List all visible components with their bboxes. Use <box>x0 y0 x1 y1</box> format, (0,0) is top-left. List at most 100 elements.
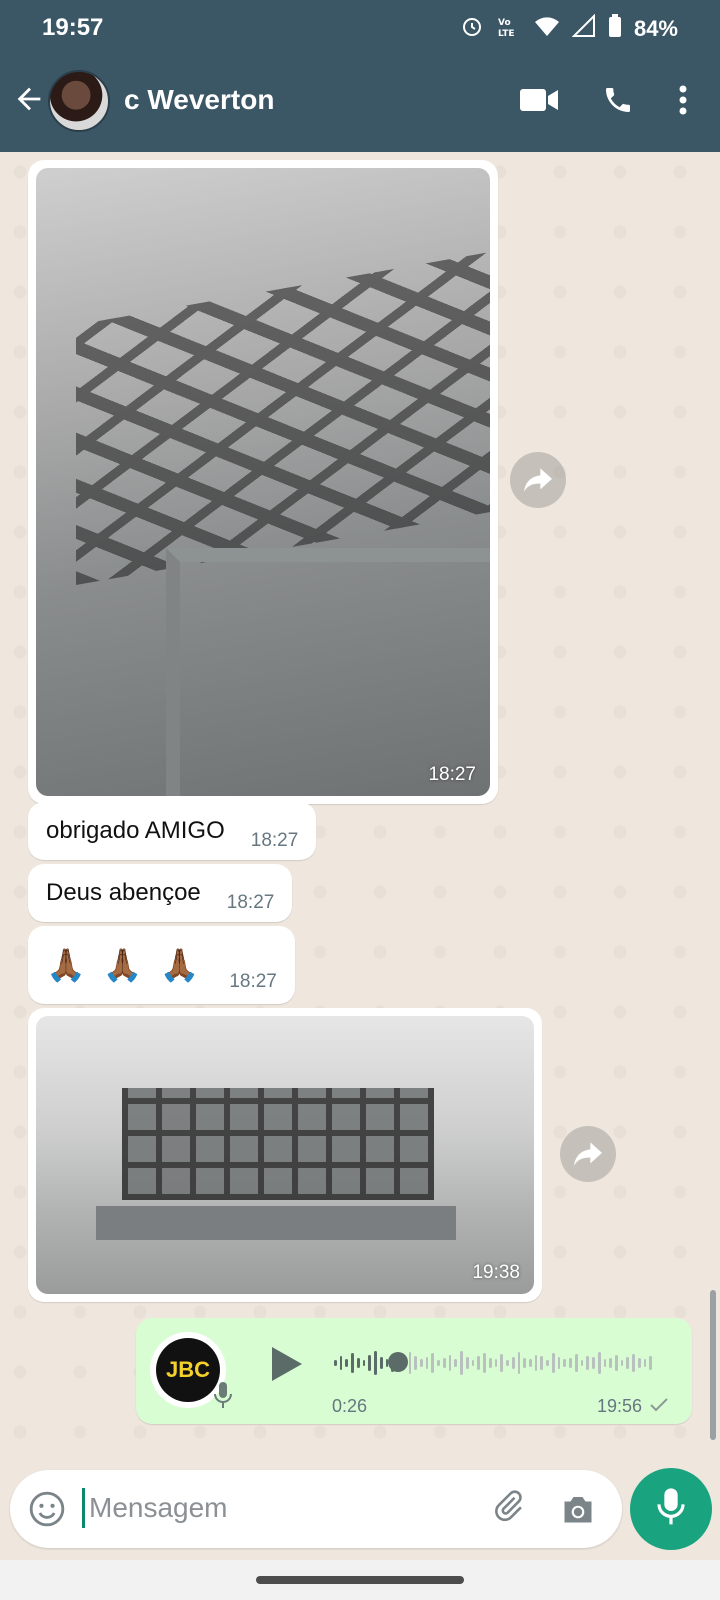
message-text: obrigado AMIGO <box>46 817 225 844</box>
waveform-bar <box>632 1354 635 1372</box>
waveform-bar <box>442 1358 446 1368</box>
text-message[interactable]: Deus abençoe 18:27 <box>28 864 293 922</box>
header-actions <box>520 84 688 121</box>
waveform-bar <box>345 1359 349 1367</box>
contact-avatar[interactable] <box>48 70 110 132</box>
audio-duration: 0:26 <box>332 1396 368 1416</box>
wifi-icon <box>534 15 560 43</box>
waveform-bar <box>431 1353 435 1373</box>
waveform-bar <box>586 1356 590 1370</box>
chat-area[interactable]: 18:27 obrigado AMIGO 18:27 Deus abençoe … <box>0 152 720 1452</box>
waveform-bar <box>517 1352 521 1374</box>
camera-icon[interactable] <box>560 1492 596 1531</box>
waveform-bar <box>471 1360 475 1366</box>
waveform-bar <box>483 1353 486 1373</box>
play-icon[interactable] <box>266 1344 306 1389</box>
waveform-bar <box>420 1359 423 1367</box>
waveform-bar <box>408 1352 412 1374</box>
attach-icon[interactable] <box>494 1490 530 1531</box>
image-message[interactable]: 18:27 <box>28 160 498 804</box>
battery-percent: 84% <box>633 16 678 41</box>
waveform-bar <box>523 1358 526 1368</box>
waveform-bar <box>563 1359 567 1367</box>
alarm-icon <box>460 14 484 44</box>
waveform-bar <box>379 1357 383 1369</box>
waveform-bar <box>368 1355 372 1371</box>
scrollbar[interactable] <box>710 1290 716 1440</box>
audio-seek-handle[interactable] <box>388 1352 408 1372</box>
message-time: 19:38 <box>472 1262 520 1283</box>
waveform-bar <box>574 1354 578 1372</box>
message-time: 19:56 <box>596 1396 642 1416</box>
svg-text:LTE: LTE <box>498 29 515 38</box>
forward-button[interactable] <box>560 1126 616 1182</box>
waveform-bar <box>643 1359 647 1367</box>
waveform-bar <box>597 1352 601 1374</box>
waveform-bar <box>637 1358 641 1368</box>
message-photo[interactable]: 19:38 <box>36 1016 534 1294</box>
message-input[interactable] <box>82 1488 462 1528</box>
waveform-bar <box>477 1356 481 1370</box>
waveform-bar <box>528 1359 532 1367</box>
message-photo[interactable]: 18:27 <box>36 168 490 796</box>
waveform-bar <box>546 1360 549 1366</box>
voice-message[interactable]: JBC 0:26 19:56 <box>136 1318 692 1424</box>
waveform-bar <box>488 1358 492 1368</box>
avatar-label: JBC <box>156 1338 220 1402</box>
waveform-bar <box>414 1356 418 1370</box>
waveform-bar <box>494 1359 498 1367</box>
waveform-bar <box>425 1357 429 1369</box>
message-text: 🙏🏾 🙏🏾 🙏🏾 <box>46 947 204 983</box>
waveform-bar <box>500 1354 504 1372</box>
waveform-bar <box>465 1357 469 1369</box>
svg-text:Vo: Vo <box>498 18 511 28</box>
contact-name[interactable]: c Weverton <box>124 84 274 116</box>
waveform-bar <box>592 1357 595 1369</box>
waveform-bar <box>511 1357 515 1369</box>
waveform-bar <box>609 1358 612 1368</box>
waveform-bar <box>540 1356 544 1370</box>
waveform-bar <box>580 1360 584 1366</box>
mic-icon <box>212 1380 234 1415</box>
back-arrow-icon[interactable] <box>12 82 46 116</box>
waveform-bar <box>460 1351 463 1375</box>
waveform-bar <box>454 1359 458 1367</box>
waveform-bar <box>339 1356 343 1370</box>
waveform-bar <box>626 1357 630 1369</box>
waveform-bar <box>356 1358 360 1368</box>
waveform-bar <box>506 1360 509 1366</box>
battery-icon <box>608 14 622 44</box>
waveform-bar <box>351 1353 354 1373</box>
waveform-bar <box>557 1357 561 1369</box>
audio-waveform[interactable] <box>334 1348 653 1378</box>
volte-icon: Vo LTE <box>496 14 522 44</box>
chat-header: c Weverton <box>0 58 720 148</box>
home-gesture-pill[interactable] <box>256 1576 464 1584</box>
status-time: 19:57 <box>42 14 104 41</box>
waveform-bar <box>603 1359 607 1367</box>
waveform-bar <box>448 1355 452 1371</box>
emoji-message[interactable]: 🙏🏾 🙏🏾 🙏🏾 18:27 <box>28 926 295 1004</box>
message-composer <box>10 1470 622 1548</box>
waveform-bar <box>437 1360 440 1366</box>
emoji-icon[interactable] <box>28 1490 66 1533</box>
waveform-bar <box>614 1355 618 1371</box>
waveform-bar <box>620 1360 624 1366</box>
status-bar: 19:57 Vo LTE 84% <box>0 0 720 56</box>
waveform-bar <box>534 1355 538 1371</box>
more-vert-icon[interactable] <box>678 84 688 121</box>
waveform-bar <box>649 1356 653 1370</box>
voice-call-icon[interactable] <box>602 84 634 121</box>
message-time: 18:27 <box>226 892 275 913</box>
message-time: 18:27 <box>250 830 299 851</box>
video-call-icon[interactable] <box>520 87 558 118</box>
waveform-bar <box>551 1353 555 1373</box>
image-message[interactable]: 19:38 <box>28 1008 542 1302</box>
waveform-bar <box>374 1351 377 1375</box>
forward-button[interactable] <box>510 452 566 508</box>
message-text: Deus abençoe <box>46 879 201 906</box>
message-time: 18:27 <box>229 971 277 992</box>
text-message[interactable]: obrigado AMIGO 18:27 <box>28 802 317 860</box>
voice-record-button[interactable] <box>630 1468 712 1550</box>
sent-check-icon <box>650 1396 668 1417</box>
